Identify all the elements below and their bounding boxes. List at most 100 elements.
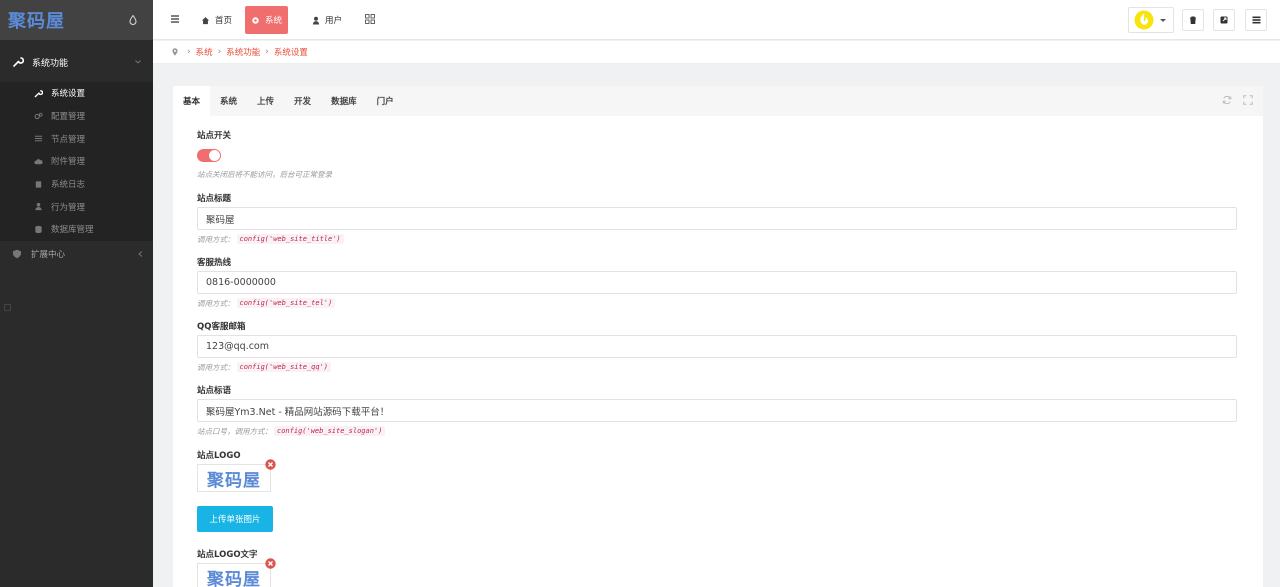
sidebar-group-label: 系统功能 [32, 58, 69, 69]
logo-preview[interactable]: 聚码屋 [197, 459, 276, 492]
sidebar-item-behavior[interactable]: 行为管理 [0, 195, 153, 218]
sidebar-item-database[interactable]: 数据库管理 [0, 218, 153, 241]
sidebar-item-label: 附件管理 [51, 157, 86, 168]
hotline-input[interactable]: 0816-0000000 [197, 271, 1237, 294]
slogan-input[interactable]: 聚码屋Ym3.Net - 精品网站源码下载平台！ [197, 399, 1237, 422]
sidebar-item-label: 系统设置 [51, 89, 86, 100]
breadcrumb-item[interactable]: 系统设置 [274, 46, 308, 58]
qq-email-help: 调用方式： config('web_site_qq') [197, 360, 1239, 374]
tab-system[interactable]: 系统 [210, 86, 247, 116]
book-icon [35, 180, 42, 188]
remove-icon[interactable] [265, 459, 276, 470]
external-link-icon [1220, 16, 1228, 24]
logo-text-image: 聚码屋 [207, 569, 261, 587]
gears-icon [34, 112, 43, 119]
help-text: 调用方式： [197, 362, 235, 372]
site-switch-toggle[interactable] [197, 149, 221, 162]
chevron-left-icon [138, 250, 143, 257]
sidebar-item-label: 行为管理 [51, 202, 86, 213]
sidebar-item-logs[interactable]: 系统日志 [0, 173, 153, 196]
hotline-help: 调用方式： config('web_site_tel') [197, 296, 1239, 310]
tab-database[interactable]: 数据库 [321, 86, 367, 116]
panel-tools [1222, 95, 1253, 105]
sidebar-group-extensions[interactable]: 扩展中心 [0, 241, 153, 267]
caret-down-icon [1160, 18, 1166, 22]
sidebar-item-config[interactable]: 配置管理 [0, 105, 153, 128]
brand-logo[interactable]: 聚码屋 [8, 7, 65, 33]
site-switch-help: 站点关闭后将不能访问，后台可正常登录 [197, 167, 1239, 181]
sidebar-item-system-settings[interactable]: 系统设置 [0, 82, 153, 105]
home-icon [201, 16, 210, 24]
hotline-label: 客服热线 [197, 258, 232, 268]
sidebar-collapse-icon[interactable] [4, 304, 11, 311]
sidebar-item-label: 系统日志 [51, 180, 86, 191]
help-text: 站点口号，调用方式： [197, 426, 272, 436]
site-title-input[interactable]: 聚码屋 [197, 207, 1237, 230]
help-text: 站点关闭后将不能访问，后台可正常登录 [197, 169, 332, 179]
sidebar: 聚码屋 系统功能 系统设置 配置管理 节点管理 附件管理 系统日志 行为管理 数… [0, 0, 153, 587]
logo-image: 聚码屋 [207, 470, 261, 491]
sidebar-submenu: 系统设置 配置管理 节点管理 附件管理 系统日志 行为管理 数据库管理 [0, 82, 153, 241]
help-code: config('web_site_qq') [236, 362, 332, 372]
qq-email-input[interactable]: 123@qq.com [197, 335, 1237, 358]
site-title-label: 站点标题 [197, 194, 232, 204]
settings-panel: 基本 系统 上传 开发 数据库 门户 站点开关 站点关闭后将不能访问，后台可正常… [173, 86, 1263, 587]
upload-image-button[interactable]: 上传单张图片 [197, 506, 273, 532]
open-site-button[interactable] [1213, 9, 1235, 31]
refresh-icon[interactable] [1222, 95, 1232, 105]
grid-icon[interactable] [365, 14, 375, 24]
nav-system-label: 系统 [265, 16, 283, 26]
settings-panel-button[interactable] [1245, 9, 1267, 31]
breadcrumb-item[interactable]: 系统 [196, 46, 213, 58]
fullscreen-icon[interactable] [1243, 95, 1253, 105]
clear-cache-button[interactable] [1182, 9, 1204, 31]
qq-email-label: QQ客服邮箱 [197, 322, 246, 332]
tab-portal[interactable]: 门户 [367, 86, 404, 116]
help-code: config('web_site_tel') [236, 298, 336, 308]
settings-tabs: 基本 系统 上传 开发 数据库 门户 [173, 86, 1263, 116]
remove-icon[interactable] [265, 558, 276, 569]
logo-text-label: 站点LOGO文字 [197, 550, 258, 560]
nav-user[interactable]: 用户 [306, 6, 348, 34]
nav-home[interactable]: 首页 [195, 6, 238, 34]
menu-toggle-icon[interactable] [170, 14, 180, 24]
tab-basic[interactable]: 基本 [173, 86, 211, 116]
logo-text-preview[interactable]: 聚码屋 [197, 558, 276, 587]
shield-icon [13, 249, 21, 259]
breadcrumb-item[interactable]: 系统功能 [226, 46, 260, 58]
slogan-label: 站点标语 [197, 386, 232, 396]
nav-system[interactable]: 系统 [245, 6, 289, 34]
location-pin-icon [172, 48, 178, 56]
logo-label: 站点LOGO [197, 451, 241, 461]
user-icon [312, 16, 320, 25]
sidebar-group-label: 扩展中心 [31, 249, 66, 260]
breadcrumb: › 系统 › 系统功能 › 系统设置 [153, 41, 1280, 64]
sidebar-item-label: 数据库管理 [51, 225, 94, 236]
sidebar-item-attachments[interactable]: 附件管理 [0, 150, 153, 173]
breadcrumb-separator: › [265, 47, 269, 57]
theme-drop-icon[interactable] [129, 15, 137, 25]
brand-bar: 聚码屋 [0, 0, 153, 40]
wrench-icon [13, 57, 24, 67]
tab-upload[interactable]: 上传 [247, 86, 284, 116]
breadcrumb-separator: › [217, 47, 222, 57]
help-text: 调用方式： [197, 298, 235, 308]
sidebar-item-nodes[interactable]: 节点管理 [0, 127, 153, 150]
gear-icon [252, 16, 259, 24]
database-icon [35, 225, 42, 234]
nav-user-label: 用户 [325, 16, 343, 26]
site-switch-label: 站点开关 [197, 131, 232, 141]
sliders-icon [1252, 16, 1260, 24]
help-text: 调用方式： [197, 234, 235, 244]
user-avatar-dropdown[interactable] [1128, 7, 1174, 33]
list-icon [34, 136, 43, 142]
tab-develop[interactable]: 开发 [284, 86, 321, 116]
nav-home-label: 首页 [215, 16, 233, 26]
sidebar-group-system[interactable]: 系统功能 [0, 42, 153, 82]
wrench-icon [34, 89, 43, 98]
help-code: config('web_site_title') [236, 234, 344, 244]
slogan-help: 站点口号，调用方式： config('web_site_slogan') [197, 424, 1239, 438]
avatar [1134, 10, 1154, 30]
trash-icon [1190, 16, 1196, 24]
sidebar-item-label: 节点管理 [51, 134, 86, 145]
